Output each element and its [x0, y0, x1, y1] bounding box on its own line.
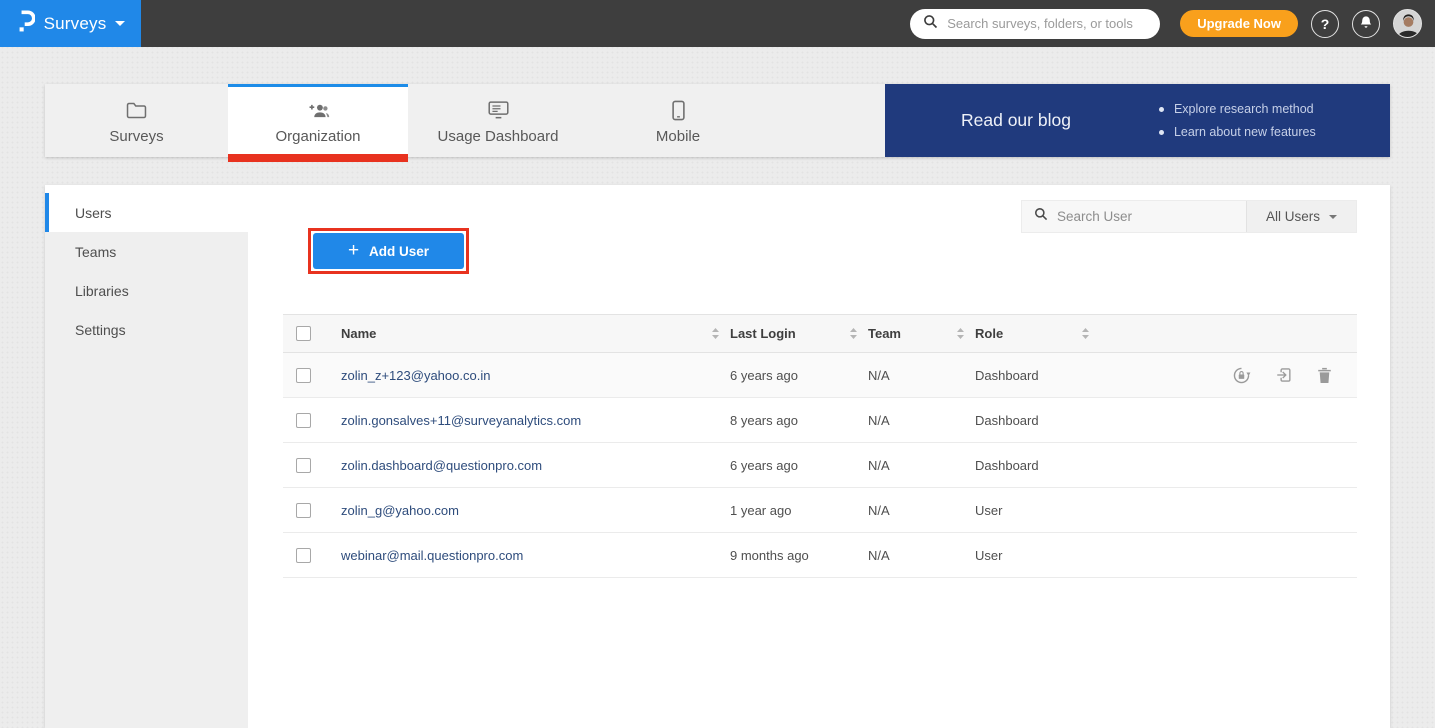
sidebar-item-users[interactable]: Users	[45, 193, 248, 232]
sort-icon[interactable]	[849, 327, 858, 340]
promo-bullet: Learn about new features	[1159, 121, 1316, 144]
row-checkbox[interactable]	[296, 503, 311, 518]
org-sidebar: Users Teams Libraries Settings	[45, 185, 248, 728]
users-table: Name Last Login Team Role zo	[283, 314, 1357, 578]
table-row: zolin_z+123@yahoo.co.in 6 years ago N/A …	[283, 353, 1357, 398]
last-login-value: 1 year ago	[730, 503, 791, 518]
user-name-link[interactable]: zolin_g@yahoo.com	[341, 503, 459, 518]
table-body: zolin_z+123@yahoo.co.in 6 years ago N/A …	[283, 353, 1357, 578]
promo-title: Read our blog	[961, 110, 1071, 131]
sort-icon[interactable]	[1081, 327, 1090, 340]
user-name-link[interactable]: zolin_z+123@yahoo.co.in	[341, 368, 490, 383]
team-value: N/A	[868, 413, 890, 428]
sidebar-item-teams[interactable]: Teams	[45, 232, 248, 271]
sort-icon[interactable]	[711, 327, 720, 340]
organization-panel: Users Teams Libraries Settings All Users…	[45, 185, 1390, 728]
tab-label: Mobile	[656, 128, 700, 145]
user-search-input[interactable]	[1057, 209, 1234, 224]
folder-icon	[126, 99, 147, 121]
role-value: Dashboard	[975, 413, 1039, 428]
promo-bullet: Explore research method	[1159, 98, 1316, 121]
product-label: Surveys	[44, 14, 107, 34]
chevron-down-icon	[115, 21, 125, 26]
annotation-red-underline	[228, 154, 408, 162]
login-as-user-icon[interactable]	[1275, 366, 1293, 384]
row-checkbox[interactable]	[296, 413, 311, 428]
select-all-checkbox[interactable]	[296, 326, 311, 341]
team-value: N/A	[868, 458, 890, 473]
tab-surveys[interactable]: Surveys	[45, 84, 228, 157]
last-login-value: 8 years ago	[730, 413, 798, 428]
user-avatar[interactable]	[1393, 9, 1422, 38]
user-name-link[interactable]: webinar@mail.questionpro.com	[341, 548, 523, 563]
user-name-link[interactable]: zolin.gonsalves+11@surveyanalytics.com	[341, 413, 581, 428]
user-filter-dropdown[interactable]: All Users	[1246, 201, 1356, 232]
sidebar-filler	[45, 349, 248, 728]
role-value: User	[975, 503, 1002, 518]
tabstrip: Surveys Organization Usage Dashboard Mob…	[45, 84, 1390, 157]
tab-label: Usage Dashboard	[438, 128, 559, 145]
table-row: zolin.dashboard@questionpro.com 6 years …	[283, 443, 1357, 488]
team-value: N/A	[868, 548, 890, 563]
plus-icon: +	[348, 241, 359, 260]
dashboard-monitor-icon	[488, 99, 509, 121]
reset-password-icon[interactable]	[1232, 366, 1251, 385]
last-login-value: 9 months ago	[730, 548, 809, 563]
user-name-link[interactable]: zolin.dashboard@questionpro.com	[341, 458, 542, 473]
questionpro-logo-icon	[16, 9, 35, 38]
users-main: All Users + Add User Name Last Login	[248, 185, 1390, 728]
search-icon	[923, 14, 938, 34]
person-add-icon	[307, 99, 330, 121]
last-login-value: 6 years ago	[730, 368, 798, 383]
last-login-value: 6 years ago	[730, 458, 798, 473]
tab-label: Organization	[275, 128, 360, 145]
upgrade-now-button[interactable]: Upgrade Now	[1180, 10, 1298, 37]
user-toolbar: All Users	[1021, 200, 1357, 233]
user-search[interactable]	[1022, 201, 1246, 232]
table-row: zolin_g@yahoo.com 1 year ago N/A User	[283, 488, 1357, 533]
table-row: zolin.gonsalves+11@surveyanalytics.com 8…	[283, 398, 1357, 443]
column-header-last-login: Last Login	[730, 326, 796, 341]
table-row: webinar@mail.questionpro.com 9 months ag…	[283, 533, 1357, 578]
row-checkbox[interactable]	[296, 458, 311, 473]
promo-bullet-list: Explore research method Learn about new …	[1159, 98, 1316, 144]
column-header-role: Role	[975, 326, 1003, 341]
brand-product-switcher[interactable]: Surveys	[0, 0, 141, 47]
bell-icon	[1359, 15, 1373, 33]
role-value: Dashboard	[975, 368, 1039, 383]
help-button[interactable]: ?	[1311, 10, 1339, 38]
sidebar-item-libraries[interactable]: Libraries	[45, 271, 248, 310]
team-value: N/A	[868, 503, 890, 518]
blog-promo-banner[interactable]: Read our blog Explore research method Le…	[885, 84, 1390, 157]
row-checkbox[interactable]	[296, 548, 311, 563]
tab-organization[interactable]: Organization	[228, 84, 408, 157]
role-value: Dashboard	[975, 458, 1039, 473]
table-header: Name Last Login Team Role	[283, 314, 1357, 353]
column-header-name: Name	[341, 326, 376, 341]
global-search[interactable]	[910, 9, 1160, 39]
topbar: Surveys Upgrade Now ?	[0, 0, 1435, 47]
tab-mobile[interactable]: Mobile	[588, 84, 768, 157]
annotation-highlight-box: + Add User	[308, 228, 469, 274]
question-mark-icon: ?	[1321, 16, 1330, 32]
column-header-team: Team	[868, 326, 901, 341]
tabstrip-filler	[768, 84, 885, 157]
search-icon	[1034, 207, 1048, 226]
sort-icon[interactable]	[956, 327, 965, 340]
global-search-input[interactable]	[947, 16, 1147, 31]
delete-icon[interactable]	[1317, 367, 1332, 384]
team-value: N/A	[868, 368, 890, 383]
row-checkbox[interactable]	[296, 368, 311, 383]
tab-usage-dashboard[interactable]: Usage Dashboard	[408, 84, 588, 157]
tab-label: Surveys	[109, 128, 163, 145]
role-value: User	[975, 548, 1002, 563]
notifications-button[interactable]	[1352, 10, 1380, 38]
chevron-down-icon	[1329, 215, 1337, 219]
mobile-phone-icon	[672, 99, 685, 121]
sidebar-item-settings[interactable]: Settings	[45, 310, 248, 349]
add-user-button[interactable]: + Add User	[313, 233, 464, 269]
